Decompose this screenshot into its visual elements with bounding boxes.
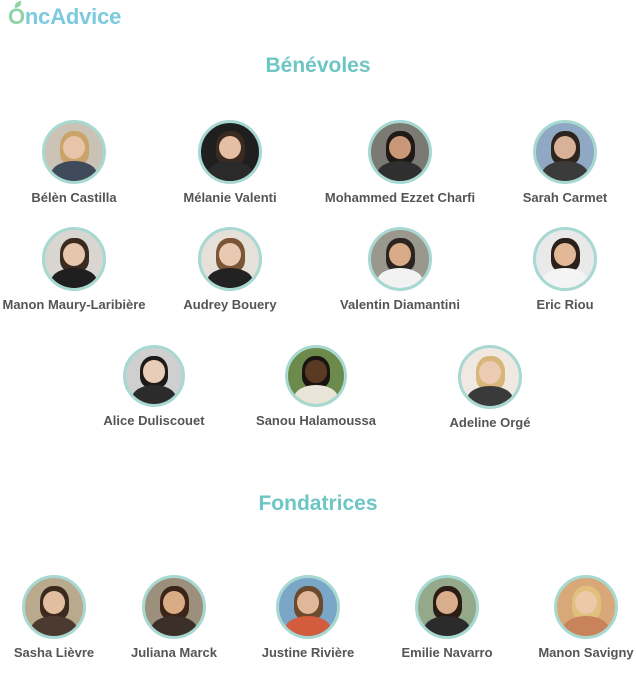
member-name: Manon Maury-Laribière [2, 297, 146, 312]
volunteers-title: Bénévoles [265, 54, 371, 77]
avatar [533, 120, 597, 184]
member-name: Valentin Diamantini [340, 297, 460, 312]
avatar [198, 120, 262, 184]
oncadvice-logo[interactable]: OncAdvice [8, 0, 121, 30]
avatar [533, 227, 597, 291]
avatar [42, 120, 106, 184]
team-member-card: Adeline Orgé [405, 345, 575, 430]
member-name: Alice Duliscouet [103, 413, 205, 428]
avatar [42, 227, 106, 291]
member-name: Sarah Carmet [522, 190, 608, 205]
team-member-card: Sarah Carmet [480, 120, 636, 205]
member-name: Audrey Bouery [183, 297, 277, 312]
team-member-card: Alice Duliscouet [69, 345, 239, 428]
avatar [368, 120, 432, 184]
avatar [198, 227, 262, 291]
team-member-card: Valentin Diamantini [315, 227, 485, 312]
member-name: Manon Savigny [538, 645, 634, 660]
team-member-card: Bélèn Castilla [0, 120, 159, 205]
member-name: Mohammed Ezzet Charfi [324, 190, 476, 205]
member-name: Bélèn Castilla [31, 190, 117, 205]
member-name: Mélanie Valenti [183, 190, 277, 205]
avatar [415, 575, 479, 639]
team-member-card: Sanou Halamoussa [231, 345, 401, 428]
avatar [142, 575, 206, 639]
team-member-card: Audrey Bouery [145, 227, 315, 312]
avatar [458, 345, 522, 409]
team-member-card: Manon Maury-Laribière [0, 227, 159, 312]
avatar [285, 345, 347, 407]
member-name: Adeline Orgé [449, 415, 531, 430]
team-member-card: Mohammed Ezzet Charfi [315, 120, 485, 205]
avatar [22, 575, 86, 639]
member-name: Eric Riou [536, 297, 594, 312]
avatar [276, 575, 340, 639]
avatar [554, 575, 618, 639]
founders-title: Fondatrices [258, 492, 378, 515]
member-name: Sanou Halamoussa [256, 413, 376, 428]
team-member-card: Mélanie Valenti [145, 120, 315, 205]
avatar [123, 345, 185, 407]
team-member-card: Eric Riou [480, 227, 636, 312]
team-member-card: Manon Savigny [501, 575, 636, 660]
avatar [368, 227, 432, 291]
